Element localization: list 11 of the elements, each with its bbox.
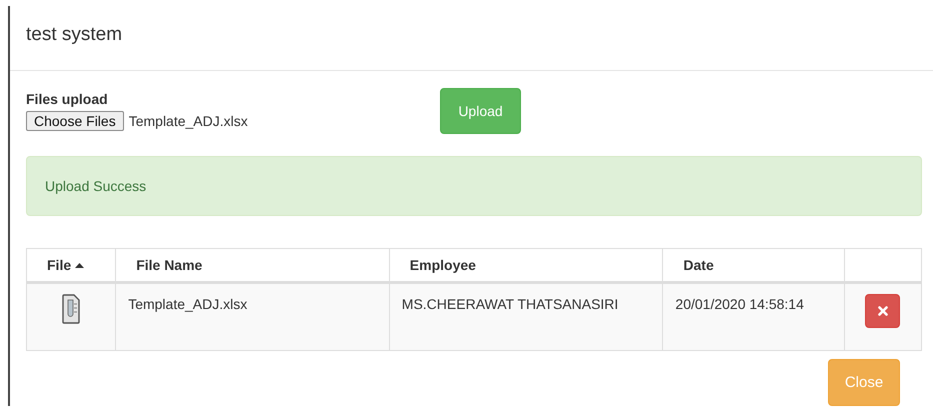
files-upload-label: Files upload	[26, 91, 109, 107]
choose-files-button[interactable]: Choose Files	[26, 111, 124, 131]
document-icon	[62, 294, 80, 324]
dialog-title: test system	[26, 24, 122, 46]
table-cell: 20/01/2020 14:58:14	[662, 282, 844, 350]
chosen-file-name: Template_ADJ.xlsx	[128, 113, 248, 129]
success-alert: Upload Success	[26, 156, 922, 216]
close-icon	[878, 306, 888, 316]
table-cell: Template_ADJ.xlsx	[116, 282, 390, 350]
delete-button[interactable]	[865, 294, 900, 328]
table-cell: MS.CHEERAWAT THATSANASIRI	[389, 282, 663, 350]
